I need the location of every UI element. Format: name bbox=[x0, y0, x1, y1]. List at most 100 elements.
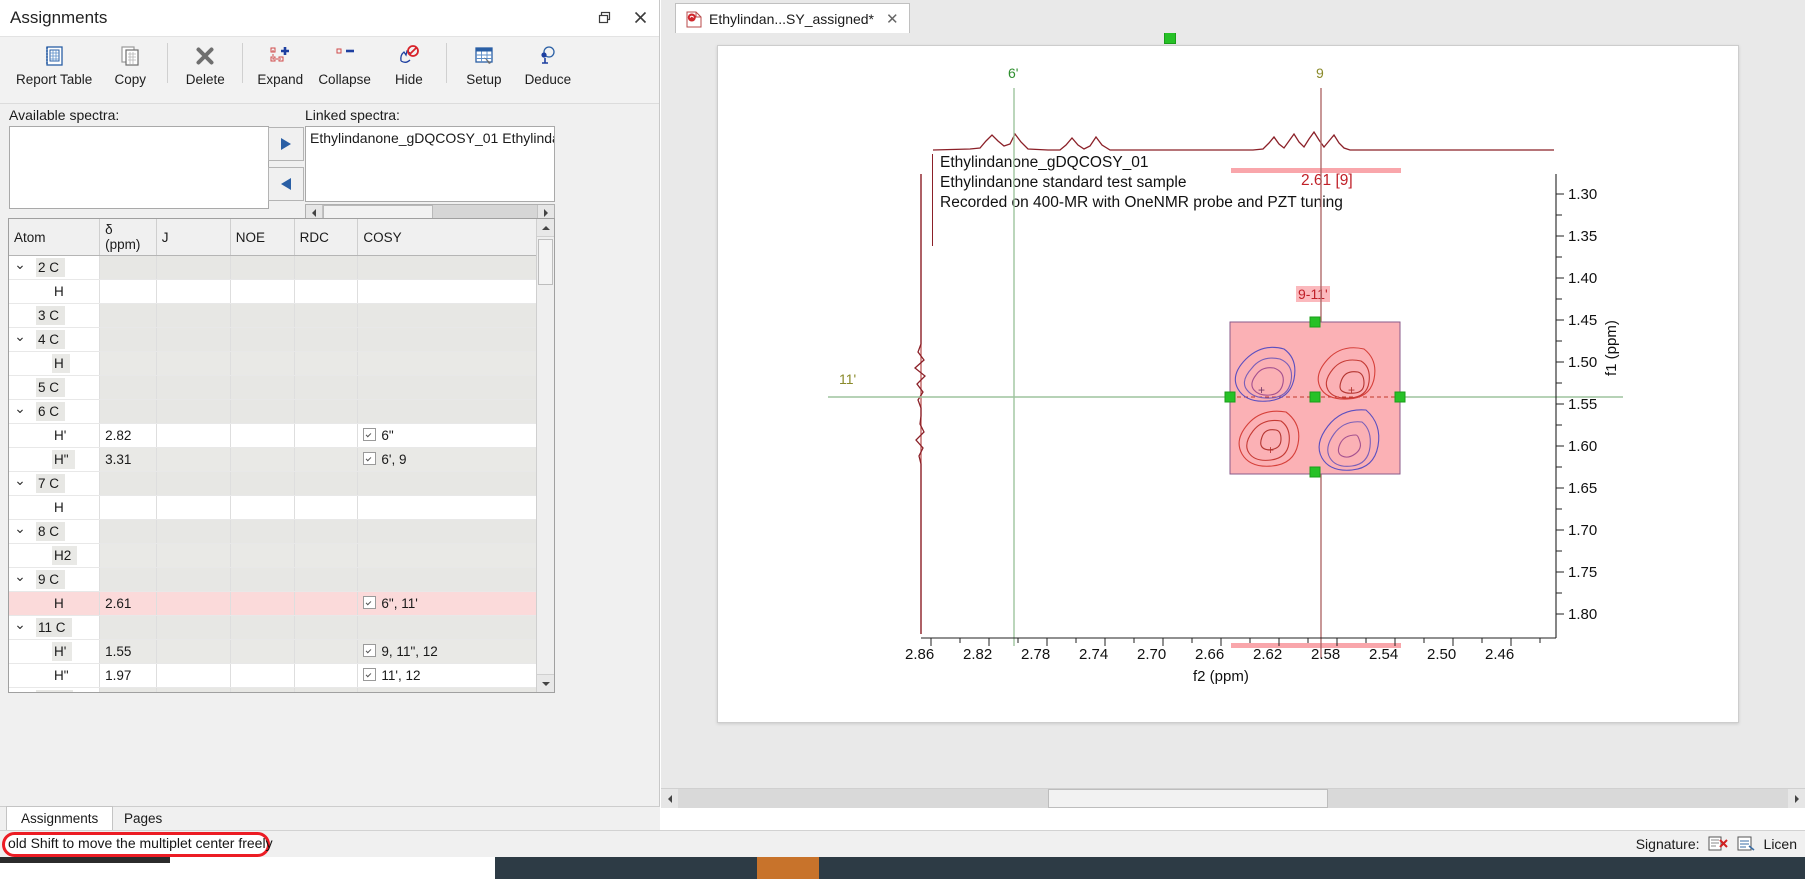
close-button[interactable] bbox=[629, 6, 651, 28]
cell-cosy[interactable] bbox=[358, 256, 554, 280]
cell-rdc[interactable] bbox=[294, 352, 358, 376]
table-row[interactable]: ⌄7 C bbox=[9, 472, 554, 496]
cell-delta[interactable] bbox=[100, 400, 157, 424]
deduce-button[interactable]: Deduce bbox=[516, 41, 580, 87]
cell-noe[interactable] bbox=[230, 664, 294, 688]
list-item[interactable]: Ethylindanone_gDQCOSY_01 Ethylindanone bbox=[306, 127, 554, 149]
chevron-down-icon[interactable]: ⌄ bbox=[13, 688, 27, 693]
cell-atom[interactable]: ⌄6 C bbox=[9, 400, 100, 424]
chevron-down-icon[interactable]: ⌄ bbox=[13, 616, 27, 633]
cell-rdc[interactable] bbox=[294, 448, 358, 472]
cell-rdc[interactable] bbox=[294, 280, 358, 304]
cell-delta[interactable] bbox=[100, 520, 157, 544]
table-row[interactable]: 3 C bbox=[9, 304, 554, 328]
cell-cosy[interactable] bbox=[358, 544, 554, 568]
cell-j[interactable] bbox=[156, 280, 230, 304]
move-left-button[interactable] bbox=[268, 167, 304, 201]
cell-atom[interactable]: H bbox=[9, 280, 100, 304]
assignments-table-container[interactable]: Atom δ (ppm) J NOE RDC COSY ⌄2 CH3 C⌄4 C… bbox=[8, 218, 555, 693]
cell-cosy[interactable] bbox=[358, 520, 554, 544]
chevron-down-icon[interactable]: ⌄ bbox=[13, 520, 27, 537]
cell-j[interactable] bbox=[156, 616, 230, 640]
chevron-down-icon[interactable]: ⌄ bbox=[13, 256, 27, 273]
cell-delta[interactable] bbox=[100, 328, 157, 352]
delete-button[interactable]: Delete bbox=[173, 41, 237, 87]
cell-atom[interactable]: ⌄11 C bbox=[9, 616, 100, 640]
table-row[interactable]: 5 C bbox=[9, 376, 554, 400]
column-header-noe[interactable]: NOE bbox=[230, 219, 294, 256]
cell-noe[interactable] bbox=[230, 568, 294, 592]
cell-atom[interactable]: 5 C bbox=[9, 376, 100, 400]
cell-j[interactable] bbox=[156, 544, 230, 568]
cell-j[interactable] bbox=[156, 304, 230, 328]
cell-delta[interactable]: 2.61 bbox=[100, 592, 157, 616]
cell-noe[interactable] bbox=[230, 496, 294, 520]
hide-button[interactable]: Hide bbox=[377, 41, 441, 87]
column-header-j[interactable]: J bbox=[156, 219, 230, 256]
cell-j[interactable] bbox=[156, 328, 230, 352]
column-header-delta[interactable]: δ (ppm) bbox=[100, 219, 157, 256]
cell-delta[interactable] bbox=[100, 304, 157, 328]
cell-rdc[interactable] bbox=[294, 520, 358, 544]
cell-rdc[interactable] bbox=[294, 496, 358, 520]
cell-noe[interactable] bbox=[230, 640, 294, 664]
cell-delta[interactable] bbox=[100, 688, 157, 694]
table-row[interactable]: H"1.9711', 12 bbox=[9, 664, 554, 688]
cell-cosy[interactable] bbox=[358, 352, 554, 376]
cell-j[interactable] bbox=[156, 688, 230, 694]
cell-rdc[interactable] bbox=[294, 472, 358, 496]
cell-delta[interactable] bbox=[100, 568, 157, 592]
scroll-thumb[interactable] bbox=[1048, 789, 1328, 808]
checkbox-checked-icon[interactable] bbox=[363, 428, 376, 441]
cell-noe[interactable] bbox=[230, 448, 294, 472]
cell-atom[interactable]: H2 bbox=[9, 544, 100, 568]
cell-cosy[interactable] bbox=[358, 376, 554, 400]
cell-cosy[interactable]: 6" bbox=[358, 424, 554, 448]
cell-rdc[interactable] bbox=[294, 304, 358, 328]
cell-atom[interactable]: H' bbox=[9, 424, 100, 448]
cell-delta[interactable] bbox=[100, 280, 157, 304]
table-row[interactable]: H bbox=[9, 496, 554, 520]
restore-button[interactable] bbox=[593, 6, 615, 28]
cell-cosy[interactable] bbox=[358, 280, 554, 304]
cell-cosy[interactable] bbox=[358, 472, 554, 496]
cell-delta[interactable] bbox=[100, 616, 157, 640]
table-row[interactable]: H'2.826" bbox=[9, 424, 554, 448]
cell-noe[interactable] bbox=[230, 688, 294, 694]
cell-cosy[interactable] bbox=[358, 568, 554, 592]
cell-cosy[interactable] bbox=[358, 400, 554, 424]
spectrum-canvas[interactable]: Ethylindanone_gDQCOSY_01 Ethylindanone s… bbox=[661, 33, 1805, 808]
cell-j[interactable] bbox=[156, 568, 230, 592]
cell-delta[interactable] bbox=[100, 544, 157, 568]
cell-rdc[interactable] bbox=[294, 592, 358, 616]
cell-cosy[interactable] bbox=[358, 304, 554, 328]
table-row[interactable]: ⌄4 C bbox=[9, 328, 554, 352]
cell-atom[interactable]: H bbox=[9, 352, 100, 376]
scroll-left-button[interactable] bbox=[661, 789, 678, 808]
cell-atom[interactable]: ⌄12 C bbox=[9, 688, 100, 694]
cell-rdc[interactable] bbox=[294, 328, 358, 352]
cell-noe[interactable] bbox=[230, 544, 294, 568]
cell-noe[interactable] bbox=[230, 304, 294, 328]
cell-noe[interactable] bbox=[230, 280, 294, 304]
chevron-down-icon[interactable]: ⌄ bbox=[13, 400, 27, 417]
cell-rdc[interactable] bbox=[294, 424, 358, 448]
column-header-rdc[interactable]: RDC bbox=[294, 219, 358, 256]
scroll-track[interactable] bbox=[678, 789, 1788, 808]
cell-atom[interactable]: H' bbox=[9, 640, 100, 664]
checkbox-checked-icon[interactable] bbox=[363, 644, 376, 657]
signature-add-icon[interactable] bbox=[1736, 835, 1756, 853]
signature-invalid-icon[interactable] bbox=[1708, 835, 1728, 853]
cell-j[interactable] bbox=[156, 592, 230, 616]
cell-j[interactable] bbox=[156, 640, 230, 664]
expand-button[interactable]: Expand bbox=[248, 41, 312, 87]
cell-noe[interactable] bbox=[230, 424, 294, 448]
cell-noe[interactable] bbox=[230, 256, 294, 280]
copy-button[interactable]: Copy bbox=[98, 41, 162, 87]
cell-cosy[interactable] bbox=[358, 616, 554, 640]
cell-noe[interactable] bbox=[230, 352, 294, 376]
table-row[interactable]: H2 bbox=[9, 544, 554, 568]
checkbox-checked-icon[interactable] bbox=[363, 668, 376, 681]
cell-j[interactable] bbox=[156, 520, 230, 544]
setup-button[interactable]: Setup bbox=[452, 41, 516, 87]
